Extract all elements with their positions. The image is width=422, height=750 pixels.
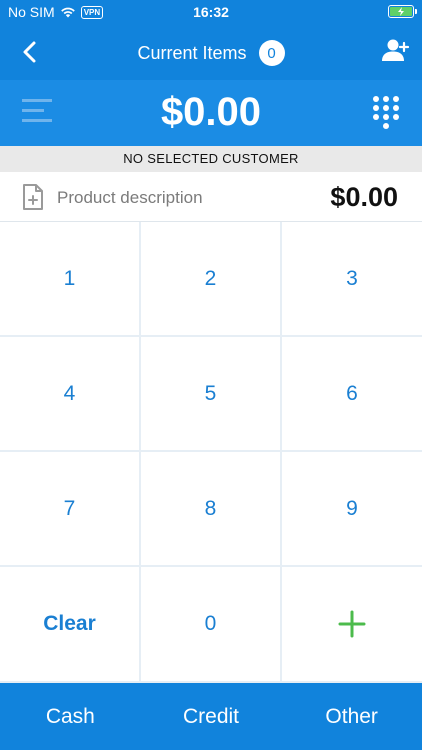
battery-icon [388,5,417,18]
total-amount: $0.00 [160,90,262,134]
key-4[interactable]: 4 [0,337,141,452]
key-0[interactable]: 0 [141,567,282,683]
add-document-icon [23,184,43,210]
key-1[interactable]: 1 [0,222,141,337]
customer-label[interactable]: NO SELECTED CUSTOMER [0,146,422,172]
plus-icon [338,610,366,638]
payment-bar: Cash Credit Other [0,683,422,750]
key-9[interactable]: 9 [282,452,422,567]
credit-button[interactable]: Credit [141,683,282,750]
nav-bar: Current Items 0 [0,24,422,80]
page-title: Current Items [137,42,247,63]
status-time: 16:32 [193,4,229,20]
key-6[interactable]: 6 [282,337,422,452]
product-row[interactable]: Product description $0.00 [0,172,422,222]
key-3[interactable]: 3 [282,222,422,337]
add-item-button[interactable] [282,567,422,683]
charging-bolt-icon [398,7,404,16]
item-count-badge: 0 [258,40,285,66]
key-7[interactable]: 7 [0,452,141,567]
key-8[interactable]: 8 [141,452,282,567]
add-user-icon[interactable] [380,37,410,65]
product-description-field[interactable]: Product description [57,188,203,208]
status-bar: No SIM VPN 16:32 [0,0,422,24]
product-price: $0.00 [330,182,398,212]
amount-bar: $0.00 [0,80,422,146]
dialpad-icon[interactable] [372,95,400,129]
keypad: 1 2 3 4 5 6 7 8 9 Clear 0 [0,222,422,683]
key-5[interactable]: 5 [141,337,282,452]
nav-title-group: Current Items 0 [0,40,422,66]
key-2[interactable]: 2 [141,222,282,337]
other-button[interactable]: Other [281,683,422,750]
clear-button[interactable]: Clear [0,567,141,683]
cash-button[interactable]: Cash [0,683,141,750]
